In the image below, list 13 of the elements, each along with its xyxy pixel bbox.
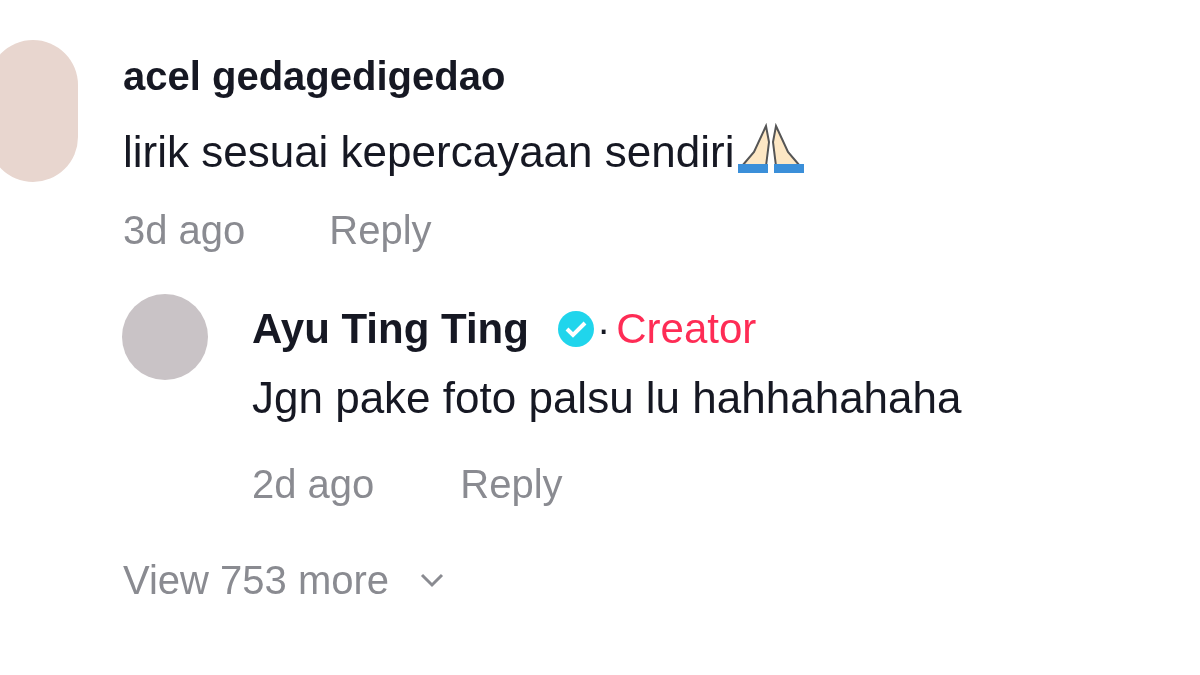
separator: · bbox=[596, 309, 611, 349]
comment-time: 3d ago bbox=[123, 210, 246, 250]
praying-hands-icon bbox=[736, 122, 807, 174]
username[interactable]: acel gedagedigedao bbox=[123, 56, 807, 96]
reply-button[interactable]: Reply bbox=[460, 464, 563, 504]
chevron-down-icon bbox=[419, 572, 446, 588]
creator-label: Creator bbox=[616, 308, 757, 350]
reply-text: Jgn pake foto palsu lu hahhahahaha bbox=[252, 376, 962, 420]
comment-text: lirik sesuai kepercayaan sendiri bbox=[123, 130, 735, 174]
username[interactable]: Ayu Ting Ting bbox=[252, 308, 529, 350]
view-more-button[interactable]: View 753 more bbox=[123, 560, 446, 600]
reply-time: 2d ago bbox=[252, 464, 375, 504]
reply-button[interactable]: Reply bbox=[329, 210, 432, 250]
